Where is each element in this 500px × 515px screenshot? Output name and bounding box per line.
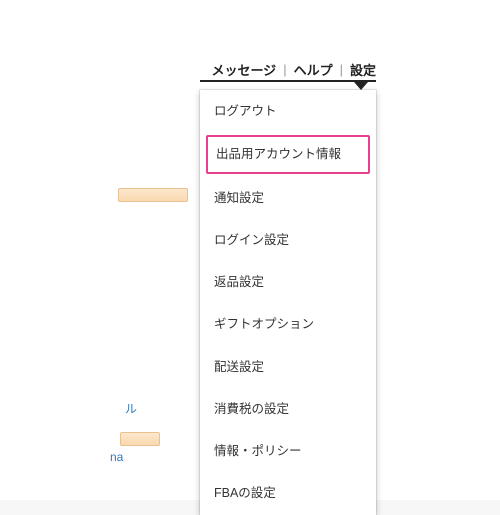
dropdown-item-info-policy[interactable]: 情報・ポリシー — [200, 430, 376, 472]
dropdown-item-gift-options[interactable]: ギフトオプション — [200, 303, 376, 345]
background-text: ル — [125, 400, 137, 417]
dropdown-item-seller-account-info[interactable]: 出品用アカウント情報 — [206, 135, 370, 173]
nav-separator: | — [340, 62, 343, 77]
background-bar — [120, 432, 160, 446]
dropdown-item-notification-settings[interactable]: 通知設定 — [200, 177, 376, 219]
nav-settings[interactable]: 設定 — [350, 60, 376, 79]
top-nav: メッセージ | ヘルプ | 設定 — [211, 58, 376, 80]
dropdown-item-tax-settings[interactable]: 消費税の設定 — [200, 388, 376, 430]
nav-help[interactable]: ヘルプ — [294, 60, 333, 79]
nav-separator: | — [283, 62, 286, 77]
dropdown-item-shipping-settings[interactable]: 配送設定 — [200, 346, 376, 388]
dropdown-item-return-settings[interactable]: 返品設定 — [200, 261, 376, 303]
dropdown-item-login-settings[interactable]: ログイン設定 — [200, 219, 376, 261]
settings-dropdown: ログアウト 出品用アカウント情報 通知設定 ログイン設定 返品設定 ギフトオプシ… — [200, 90, 376, 515]
dropdown-item-fba-settings[interactable]: FBAの設定 — [200, 472, 376, 514]
dropdown-item-logout[interactable]: ログアウト — [200, 90, 376, 132]
background-bar — [118, 188, 188, 202]
nav-underline — [200, 80, 376, 82]
background-text: na — [110, 450, 123, 464]
nav-messages[interactable]: メッセージ — [211, 60, 276, 79]
dropdown-caret-icon — [354, 82, 368, 90]
